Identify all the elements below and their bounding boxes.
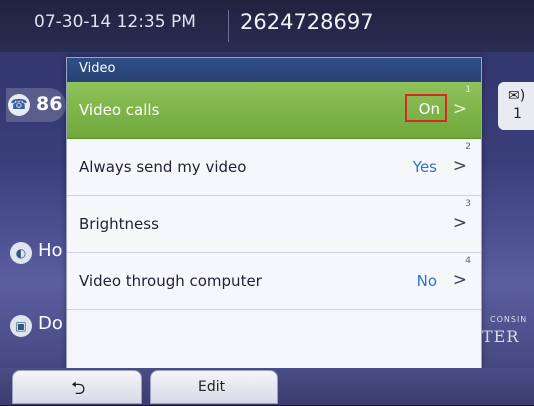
menu-item-index: 1 xyxy=(465,85,471,95)
menu-item-value: No xyxy=(416,272,437,290)
menu-item-index: 3 xyxy=(465,199,471,209)
menu-item-label: Video calls xyxy=(79,101,160,119)
menu-item-index: 2 xyxy=(465,142,471,152)
envelope-icon: ✉) xyxy=(508,88,526,104)
phone-number: 2624728697 xyxy=(240,10,374,34)
background-item-2[interactable]: Do xyxy=(38,313,63,334)
messages-tab[interactable]: ✉) 1 xyxy=(498,82,534,130)
phone-icon: ☎ xyxy=(8,94,30,116)
status-bar: 07-30-14 12:35 PM 2624728697 xyxy=(0,0,534,52)
menu-item-video-through-computer[interactable]: Video through computer No > 4 xyxy=(67,253,481,310)
lock-icon: ▣ xyxy=(10,315,32,337)
menu-item-brightness[interactable]: Brightness > 3 xyxy=(67,196,481,253)
phone-screen: 07-30-14 12:35 PM 2624728697 ☎ 86 ◐ Ho ▣… xyxy=(0,0,534,405)
logo-text-small: CONSIN xyxy=(490,315,528,324)
edit-button[interactable]: Edit xyxy=(150,370,278,404)
softkey-bar: ⮌ Edit xyxy=(0,368,534,405)
menu-item-video-calls[interactable]: Video calls On > 1 xyxy=(67,82,481,139)
edit-label: Edit xyxy=(198,379,226,395)
line-extension: 86 xyxy=(36,93,63,115)
menu-item-value: Yes xyxy=(412,158,437,176)
back-arrow-icon: ⮌ xyxy=(71,378,86,399)
menu-item-label: Video through computer xyxy=(79,272,262,290)
logo-text-large: TER xyxy=(482,327,520,346)
back-button[interactable]: ⮌ xyxy=(12,370,142,404)
chevron-right-icon: > xyxy=(452,156,467,176)
background-item-1[interactable]: Ho xyxy=(38,240,63,261)
status-separator xyxy=(228,10,229,42)
chevron-right-icon: > xyxy=(452,99,467,119)
menu-item-index: 4 xyxy=(465,256,471,266)
menu-item-always-send-video[interactable]: Always send my video Yes > 2 xyxy=(67,139,481,196)
speaker-icon: ◐ xyxy=(10,242,32,264)
menu-item-label: Brightness xyxy=(79,215,159,233)
menu-item-label: Always send my video xyxy=(79,158,247,176)
date-time: 07-30-14 12:35 PM xyxy=(34,12,196,32)
chevron-right-icon: > xyxy=(452,270,467,290)
panel-title: Video xyxy=(79,61,116,76)
menu-item-value: On xyxy=(418,100,440,118)
message-count: 1 xyxy=(513,106,522,122)
video-settings-panel: Video Video calls On > 1 Always send my … xyxy=(66,57,482,369)
chevron-right-icon: > xyxy=(452,213,467,233)
panel-header: Video xyxy=(67,58,481,82)
